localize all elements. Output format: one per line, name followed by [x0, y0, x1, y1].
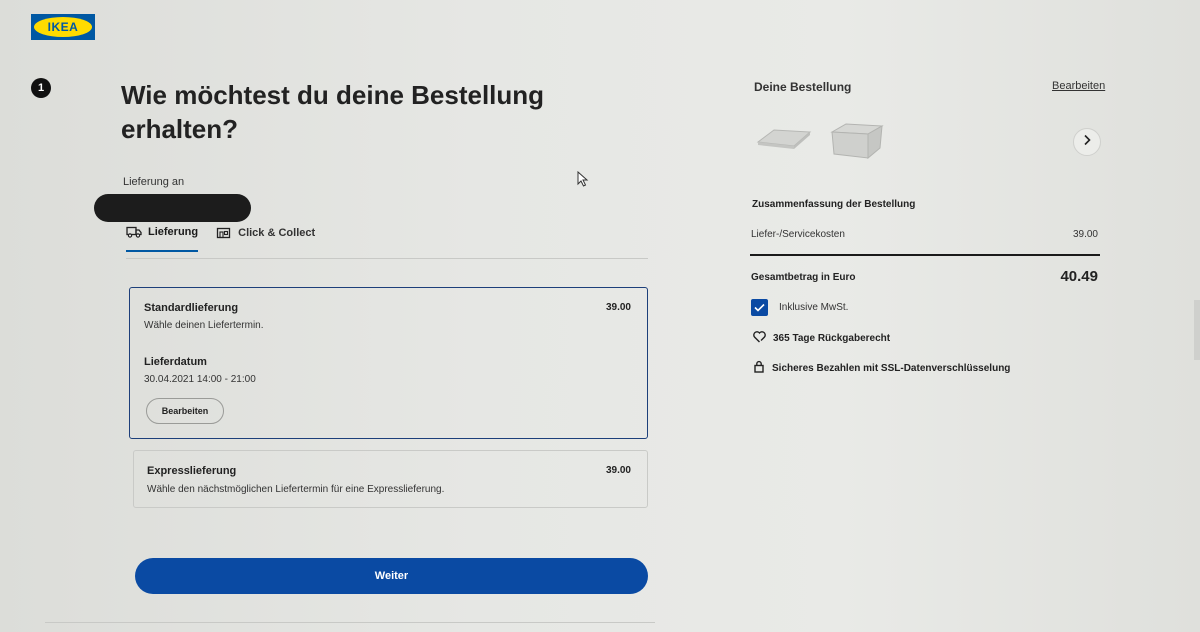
- order-title: Deine Bestellung: [754, 80, 852, 94]
- fee-label: Liefer-/Servicekosten: [751, 229, 845, 240]
- option-title: Standardlieferung: [144, 302, 239, 314]
- tray-lid-icon[interactable]: [752, 118, 814, 163]
- delivery-date-value: 30.04.2021 14:00 - 21:00: [144, 374, 256, 385]
- delivery-address-label: Lieferung an: [123, 176, 185, 188]
- step-number: 1: [31, 78, 51, 98]
- fee-value: 39.00: [1072, 229, 1098, 240]
- option-subtitle: Wähle den nächstmöglichen Liefertermin f…: [147, 484, 445, 495]
- option-price: 39.00: [605, 302, 631, 313]
- bottom-divider: [45, 622, 655, 623]
- perk-returns-label: 365 Tage Rückgaberecht: [773, 333, 891, 344]
- checkmark-icon: [754, 299, 765, 317]
- continue-button[interactable]: Weiter: [135, 558, 648, 594]
- next-products-button[interactable]: [1073, 128, 1101, 156]
- express-delivery-option[interactable]: Expresslieferung 39.00 Wähle den nächstm…: [133, 450, 648, 508]
- page-title: Wie möchtest du deine Bestellung erhalte…: [121, 80, 545, 144]
- tab-click-collect-label: Click & Collect: [238, 227, 316, 239]
- tab-lieferung[interactable]: Lieferung: [126, 226, 199, 252]
- store-icon: [216, 227, 232, 239]
- tab-lieferung-label: Lieferung: [148, 226, 199, 238]
- checkout-page: IKEA 1 Wie möchtest du deine Bestellung …: [0, 0, 1200, 632]
- delivery-date-label: Lieferdatum: [144, 356, 207, 368]
- option-title: Expresslieferung: [147, 465, 237, 477]
- option-subtitle: Wähle deinen Liefertermin.: [144, 320, 264, 331]
- scrollbar[interactable]: [1194, 300, 1200, 360]
- tabs-divider: [126, 258, 648, 259]
- truck-icon: [126, 226, 142, 238]
- vat-checkbox[interactable]: [751, 299, 768, 316]
- logo-text: IKEA: [47, 20, 79, 34]
- edit-date-button[interactable]: Bearbeiten: [146, 398, 224, 424]
- perk-returns: 365 Tage Rückgaberecht: [753, 331, 890, 346]
- option-price: 39.00: [605, 465, 631, 476]
- logo-oval: IKEA: [34, 17, 92, 37]
- vat-label: Inklusive MwSt.: [779, 302, 849, 313]
- summary-divider: [750, 254, 1100, 256]
- redacted-address: [94, 194, 251, 222]
- perk-secure-payment-label: Sicheres Bezahlen mit SSL-Datenverschlüs…: [772, 362, 1011, 374]
- chevron-right-icon: [1082, 133, 1092, 151]
- standard-delivery-option[interactable]: Standardlieferung 39.00 Wähle deinen Lie…: [129, 287, 648, 439]
- total-label: Gesamtbetrag in Euro: [751, 272, 856, 283]
- storage-box-icon[interactable]: [826, 118, 888, 167]
- tab-click-collect[interactable]: Click & Collect: [216, 226, 315, 252]
- delivery-method-tabs: Lieferung Click & Collect: [126, 226, 315, 252]
- mouse-cursor-icon: [577, 170, 589, 192]
- heart-return-icon: [753, 331, 766, 346]
- ikea-logo[interactable]: IKEA: [31, 14, 95, 40]
- summary-title: Zusammenfassung der Bestellung: [752, 199, 916, 210]
- perk-secure-payment: Sicheres Bezahlen mit SSL-Datenverschlüs…: [753, 360, 1010, 376]
- order-edit-link[interactable]: Bearbeiten: [1052, 80, 1105, 92]
- total-value: 40.49: [1060, 268, 1098, 285]
- lock-icon: [753, 360, 765, 376]
